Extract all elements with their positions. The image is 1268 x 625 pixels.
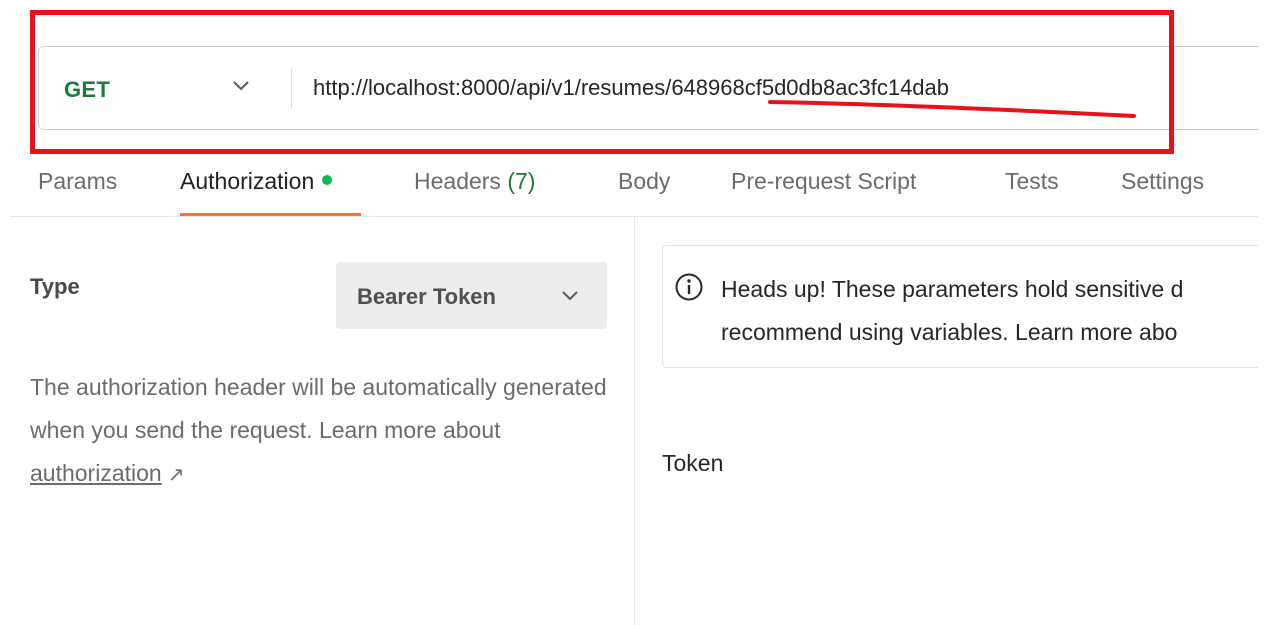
chevron-down-icon [562, 291, 578, 301]
auth-help-text: The authorization header will be automat… [30, 366, 620, 497]
auth-help-body: The authorization header will be automat… [30, 374, 607, 443]
pane-divider[interactable] [634, 217, 635, 625]
tab-authorization[interactable]: Authorization [180, 168, 333, 195]
tab-params[interactable]: Params [38, 168, 117, 195]
sensitive-data-notice: Heads up! These parameters hold sensitiv… [662, 245, 1268, 368]
auth-type-select[interactable]: Bearer Token [336, 262, 607, 329]
tab-pre-request-script[interactable]: Pre-request Script [731, 168, 916, 195]
info-icon [675, 273, 703, 301]
notice-line-1: Heads up! These parameters hold sensitiv… [721, 276, 1184, 302]
url-divider [291, 69, 292, 109]
active-dot-icon [322, 175, 333, 185]
auth-type-label: Type [30, 274, 80, 299]
notice-text: Heads up! These parameters hold sensitiv… [721, 268, 1268, 354]
auth-type-value: Bearer Token [357, 284, 496, 309]
tab-authorization-label: Authorization [180, 168, 315, 194]
notice-line-2: recommend using variables. Learn more ab… [721, 319, 1178, 345]
tab-headers-count: (7) [507, 168, 536, 194]
tab-headers[interactable]: Headers (7) [414, 168, 535, 195]
url-input[interactable]: http://localhost:8000/api/v1/resumes/648… [313, 75, 949, 101]
chevron-down-icon[interactable] [231, 79, 251, 93]
tab-settings[interactable]: Settings [1121, 168, 1204, 195]
request-url-bar: GET http://localhost:8000/api/v1/resumes… [38, 46, 1268, 130]
authorization-learn-more-link[interactable]: authorization [30, 460, 162, 486]
tab-body[interactable]: Body [618, 168, 670, 195]
token-label: Token [662, 450, 724, 476]
tab-headers-label: Headers [414, 168, 501, 194]
right-edge-clip [1258, 0, 1268, 625]
tab-tests[interactable]: Tests [1005, 168, 1059, 195]
request-tabs: Params Authorization Headers (7) Body Pr… [0, 160, 1258, 217]
method-select[interactable]: GET [64, 77, 110, 103]
external-link-arrow-icon[interactable]: ↗ [168, 464, 185, 486]
